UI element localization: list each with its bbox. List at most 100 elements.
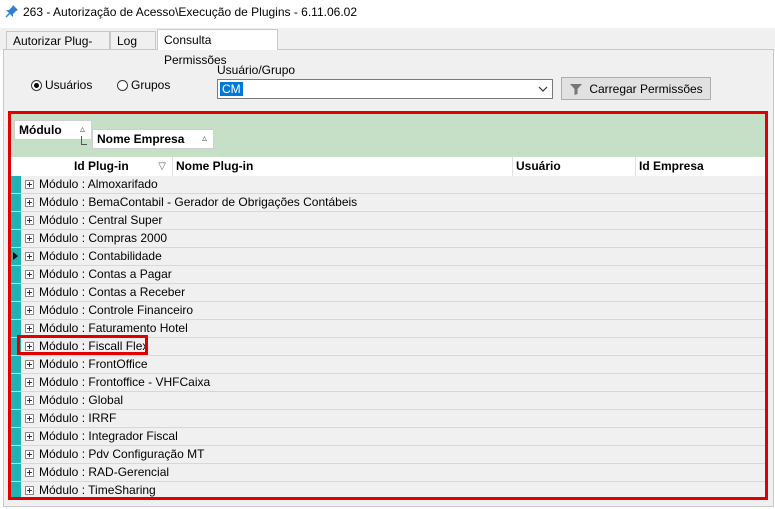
row-indicator[interactable] bbox=[11, 428, 21, 445]
group-row[interactable]: Módulo : Contabilidade bbox=[11, 248, 765, 266]
row-indicator[interactable] bbox=[11, 392, 21, 409]
group-row[interactable]: Módulo : Contas a Receber bbox=[11, 284, 765, 302]
column-header-usuario[interactable]: Usuário bbox=[512, 157, 635, 176]
grid-header: Id Plug-in ▽ Nome Plug-in Usuário Id Emp… bbox=[11, 157, 765, 177]
group-row-label: Módulo : BemaContabil - Gerador de Obrig… bbox=[39, 195, 358, 209]
group-row-label: Módulo : Contas a Pagar bbox=[39, 267, 172, 281]
group-row[interactable]: Módulo : BemaContabil - Gerador de Obrig… bbox=[11, 194, 765, 212]
expand-plus-icon[interactable] bbox=[25, 450, 34, 459]
group-chip-label: Módulo bbox=[19, 123, 62, 137]
row-indicator[interactable] bbox=[11, 374, 21, 391]
expand-plus-icon[interactable] bbox=[25, 288, 34, 297]
expand-plus-icon[interactable] bbox=[25, 414, 34, 423]
radio-circle-checked[interactable] bbox=[31, 79, 42, 91]
column-label: Nome Plug-in bbox=[176, 159, 254, 173]
row-indicator[interactable] bbox=[11, 482, 21, 497]
group-row[interactable]: Módulo : Integrador Fiscal bbox=[11, 428, 765, 446]
column-header-id-empresa[interactable]: Id Empresa bbox=[635, 157, 765, 176]
row-indicator[interactable] bbox=[11, 284, 21, 301]
chevron-down-icon[interactable] bbox=[537, 83, 549, 95]
row-indicator[interactable] bbox=[11, 176, 21, 193]
expand-plus-icon[interactable] bbox=[25, 324, 34, 333]
group-row[interactable]: Módulo : TimeSharing bbox=[11, 482, 765, 497]
group-row[interactable]: Módulo : Central Super bbox=[11, 212, 765, 230]
group-row[interactable]: Módulo : Almoxarifado bbox=[11, 176, 765, 194]
tab-label: Consulta Permissões bbox=[164, 33, 227, 67]
user-group-value: CM bbox=[220, 82, 243, 96]
load-permissions-button[interactable]: Carregar Permissões bbox=[561, 77, 711, 100]
tab-label: Log bbox=[117, 34, 138, 48]
group-row-label: Módulo : Contabilidade bbox=[39, 249, 162, 263]
radio-grupos[interactable]: Grupos bbox=[117, 78, 170, 92]
group-row-label: Módulo : Compras 2000 bbox=[39, 231, 168, 245]
row-indicator[interactable] bbox=[11, 446, 21, 463]
group-row[interactable]: Módulo : Global bbox=[11, 392, 765, 410]
expand-plus-icon[interactable] bbox=[25, 198, 34, 207]
expand-plus-icon[interactable] bbox=[25, 360, 34, 369]
group-row[interactable]: Módulo : RAD-Gerencial bbox=[11, 464, 765, 482]
row-indicator[interactable] bbox=[11, 356, 21, 373]
row-indicator[interactable] bbox=[11, 230, 21, 247]
expand-plus-icon[interactable] bbox=[25, 486, 34, 495]
expand-plus-icon[interactable] bbox=[25, 306, 34, 315]
sort-asc-icon: ▵ bbox=[201, 133, 207, 144]
group-row[interactable]: Módulo : Contas a Pagar bbox=[11, 266, 765, 284]
group-by-panel: Módulo ▵ Nome Empresa ▵ bbox=[11, 114, 765, 157]
sort-desc-icon: ▽ bbox=[158, 161, 166, 172]
group-row-label: Módulo : Controle Financeiro bbox=[39, 303, 194, 317]
pin-icon bbox=[5, 5, 18, 18]
radio-label: Usuários bbox=[45, 78, 93, 92]
expand-plus-icon[interactable] bbox=[25, 234, 34, 243]
column-label: Id Empresa bbox=[639, 159, 704, 173]
expand-plus-icon[interactable] bbox=[25, 378, 34, 387]
expand-plus-icon[interactable] bbox=[25, 270, 34, 279]
header-indicator bbox=[11, 157, 21, 176]
group-chip-label: Nome Empresa bbox=[97, 132, 185, 146]
expand-plus-icon[interactable] bbox=[25, 468, 34, 477]
group-connector bbox=[81, 136, 87, 145]
expand-plus-icon[interactable] bbox=[25, 252, 34, 261]
group-row[interactable]: Módulo : Pdv Configuração MT bbox=[11, 446, 765, 464]
group-row[interactable]: Módulo : FrontOffice bbox=[11, 356, 765, 374]
row-indicator[interactable] bbox=[11, 464, 21, 481]
window-title: 263 - Autorização de Acesso\Execução de … bbox=[23, 5, 357, 19]
row-indicator[interactable] bbox=[11, 410, 21, 427]
group-row[interactable]: Módulo : Compras 2000 bbox=[11, 230, 765, 248]
group-row-label: Módulo : FrontOffice bbox=[39, 357, 148, 371]
expand-plus-icon[interactable] bbox=[25, 432, 34, 441]
radio-circle[interactable] bbox=[117, 79, 128, 91]
column-label: Usuário bbox=[516, 159, 561, 173]
expand-plus-icon[interactable] bbox=[25, 180, 34, 189]
radio-usuarios[interactable]: Usuários bbox=[31, 78, 92, 92]
tab-consulta-permissoes[interactable]: Consulta Permissões bbox=[157, 29, 278, 67]
group-row[interactable]: Módulo : Controle Financeiro bbox=[11, 302, 765, 320]
tab-log[interactable]: Log bbox=[110, 31, 156, 49]
tab-autorizar-plugins[interactable]: Autorizar Plug-ins bbox=[6, 31, 110, 66]
group-row-label: Módulo : Pdv Configuração MT bbox=[39, 447, 205, 461]
group-row-label: Módulo : Almoxarifado bbox=[39, 177, 158, 191]
column-header-id-plugin[interactable]: Id Plug-in ▽ bbox=[71, 157, 172, 176]
load-button-label: Carregar Permissões bbox=[589, 81, 703, 96]
row-indicator[interactable] bbox=[11, 212, 21, 229]
row-indicator[interactable] bbox=[11, 302, 21, 319]
permissions-grid: Módulo ▵ Nome Empresa ▵ Id Plug-in ▽ Nom… bbox=[8, 111, 768, 500]
row-indicator[interactable] bbox=[11, 248, 21, 265]
group-row-label: Módulo : Central Super bbox=[39, 213, 163, 227]
group-row[interactable]: Módulo : Frontoffice - VHFCaixa bbox=[11, 374, 765, 392]
highlight-box bbox=[17, 335, 148, 355]
column-header-nome-plugin[interactable]: Nome Plug-in bbox=[172, 157, 512, 176]
column-label: Id Plug-in bbox=[74, 159, 129, 173]
title-bar: 263 - Autorização de Acesso\Execução de … bbox=[0, 0, 775, 24]
user-group-combobox[interactable]: CM bbox=[217, 79, 553, 99]
row-indicator[interactable] bbox=[11, 194, 21, 211]
user-group-label: Usuário/Grupo bbox=[217, 63, 296, 77]
group-row-label: Módulo : RAD-Gerencial bbox=[39, 465, 170, 479]
group-row-label: Módulo : TimeSharing bbox=[39, 483, 156, 497]
group-row-label: Módulo : Contas a Receber bbox=[39, 285, 186, 299]
expand-plus-icon[interactable] bbox=[25, 216, 34, 225]
filter-icon bbox=[570, 83, 583, 95]
row-indicator[interactable] bbox=[11, 266, 21, 283]
group-chip-nome-empresa[interactable]: Nome Empresa ▵ bbox=[92, 129, 214, 149]
group-row[interactable]: Módulo : IRRF bbox=[11, 410, 765, 428]
expand-plus-icon[interactable] bbox=[25, 396, 34, 405]
